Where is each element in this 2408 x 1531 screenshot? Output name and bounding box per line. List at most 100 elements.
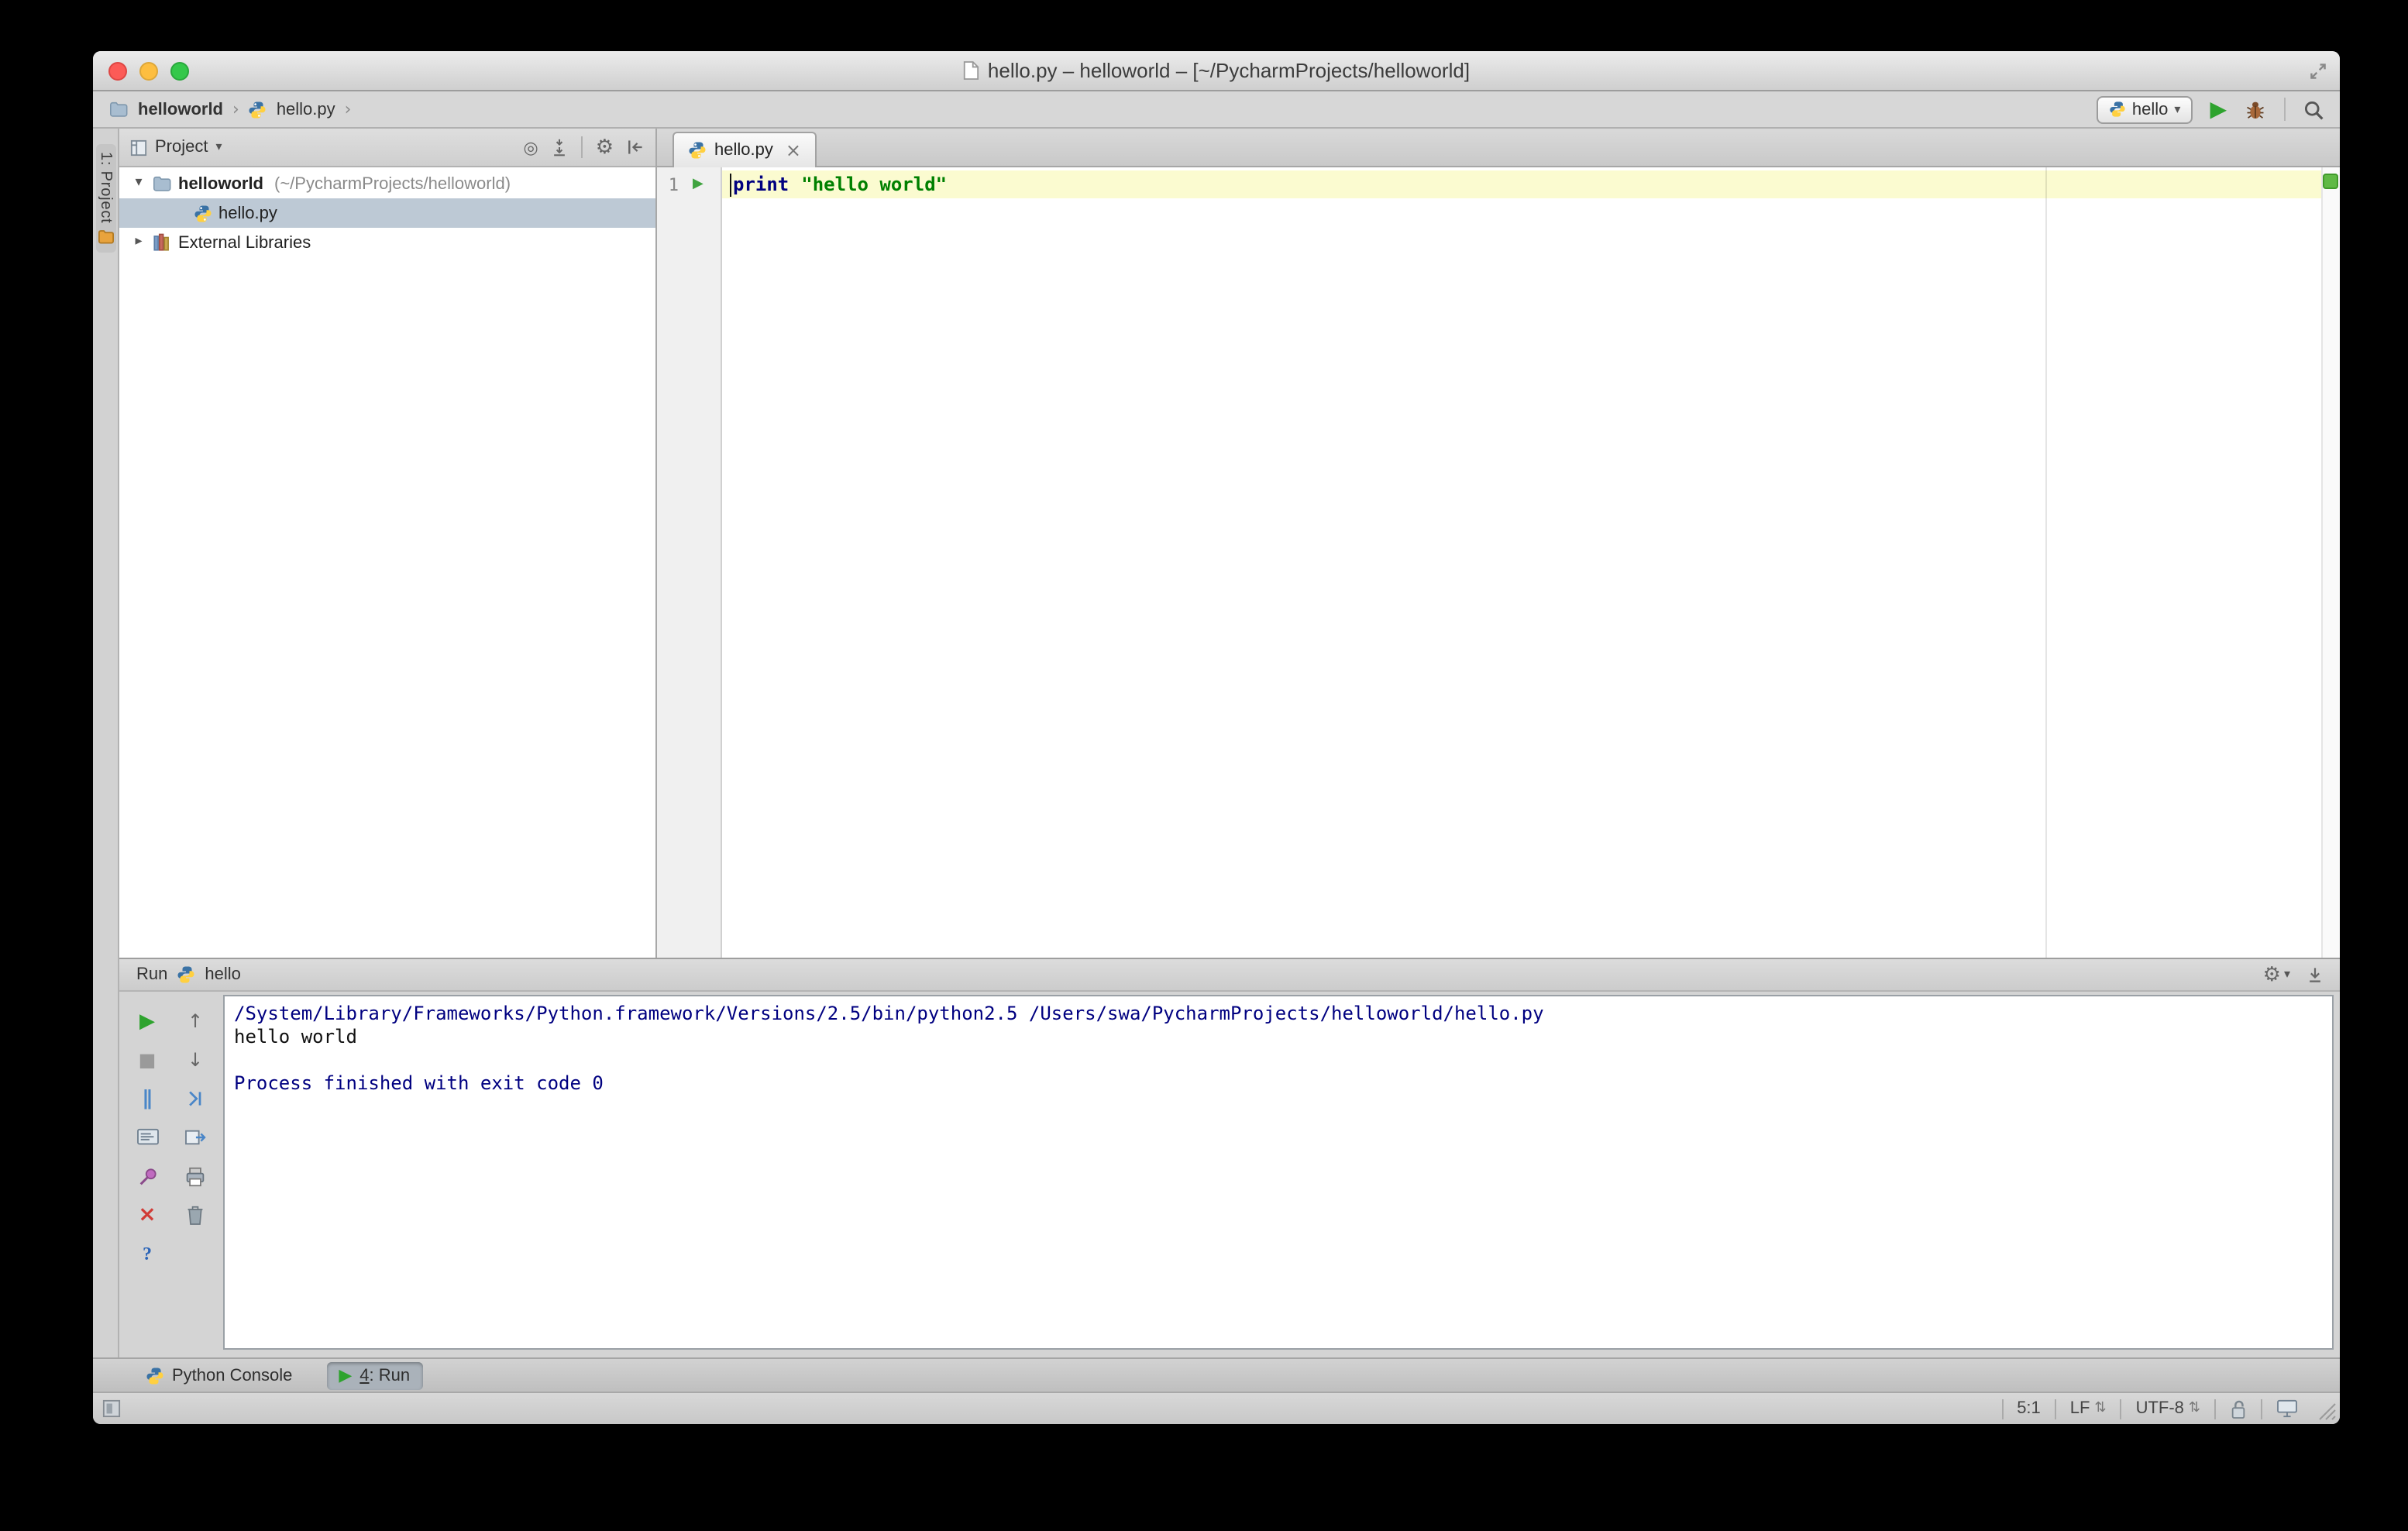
run-tab[interactable]: ▶ 4: Run: [326, 1361, 423, 1389]
window-title-group: hello.py – helloworld – [~/PycharmProjec…: [963, 59, 1470, 82]
encoding-widget[interactable]: UTF-8 ⇅: [2122, 1399, 2214, 1418]
run-panel-header: Run hello ⚙ ▾: [119, 959, 2340, 992]
collapse-all-icon[interactable]: [551, 138, 569, 157]
toolbar-divider: [2284, 98, 2286, 121]
run-button[interactable]: ▶: [2210, 98, 2227, 120]
current-line-highlight: [722, 170, 2321, 198]
python-file-icon: [688, 141, 707, 160]
project-tree: ▾ helloworld (~/PycharmProjects/hellowor…: [119, 167, 655, 257]
project-stripe-button[interactable]: 1: Project: [95, 144, 115, 253]
breadcrumb-item-file[interactable]: hello.py: [277, 100, 335, 119]
console-line: /System/Library/Frameworks/Python.framew…: [234, 1003, 1544, 1024]
code-area[interactable]: print "hello world": [722, 167, 2340, 958]
run-panel-title: Run: [136, 965, 168, 984]
fullscreen-icon[interactable]: [2309, 62, 2327, 81]
python-file-icon: [194, 204, 212, 222]
search-everywhere-icon[interactable]: [2303, 98, 2324, 120]
tree-expanded-icon[interactable]: ▾: [132, 176, 146, 191]
close-console-button[interactable]: ×: [133, 1201, 161, 1229]
line-number: 1: [668, 174, 679, 194]
tree-row-hello-py[interactable]: hello.py: [119, 198, 655, 228]
tree-row-project-root[interactable]: ▾ helloworld (~/PycharmProjects/hellowor…: [119, 169, 655, 198]
project-panel-toolbar: ◎ ⚙: [523, 136, 645, 158]
console-line: hello world: [234, 1026, 357, 1048]
up-stack-trace-icon[interactable]: ↑: [181, 1007, 209, 1035]
run-config-name: hello: [205, 965, 241, 984]
resize-grip[interactable]: [2318, 1402, 2337, 1421]
main-row: Project ▾ ◎ ⚙ ▾ helloworld (~/PycharmPro…: [119, 129, 2340, 958]
document-icon: [963, 60, 980, 81]
tree-row-external-libraries[interactable]: ▸ External Libraries: [119, 228, 655, 257]
inspection-status-indicator[interactable]: [2323, 174, 2338, 189]
screen-reader-monitor-icon[interactable]: [2262, 1399, 2312, 1418]
run-tab-play-icon: ▶: [339, 1365, 353, 1385]
help-button[interactable]: ?: [133, 1240, 161, 1268]
python-icon: [146, 1366, 164, 1385]
navigation-bar: helloworld › hello.py › hello ▾ ▶: [93, 91, 2340, 129]
window-title: hello.py – helloworld – [~/PycharmProjec…: [987, 59, 1471, 82]
text-caret: [730, 173, 731, 196]
clear-all-trash-icon[interactable]: [181, 1201, 209, 1229]
settings-gear-icon[interactable]: ⚙: [596, 137, 614, 157]
status-bar: 5:1 LF ⇅ UTF-8 ⇅: [93, 1392, 2340, 1424]
scroll-to-end-icon[interactable]: [181, 1085, 209, 1113]
close-window-button[interactable]: [108, 61, 127, 80]
content-region: 1: Project Project ▾ ◎ ⚙ ▾ helloworld (~…: [93, 129, 2340, 1357]
panel-view-icon: [130, 139, 147, 156]
run-config-label: hello: [2131, 100, 2169, 119]
console-pin-icon[interactable]: [133, 1162, 161, 1190]
minimize-window-button[interactable]: [139, 61, 158, 80]
tree-collapsed-icon[interactable]: ▸: [132, 235, 146, 249]
pycharm-window: hello.py – helloworld – [~/PycharmProjec…: [93, 51, 2340, 1424]
stop-button[interactable]: ■: [133, 1046, 161, 1074]
chevron-icon: ›: [232, 99, 239, 119]
python-console-tab-label: Python Console: [172, 1366, 293, 1385]
run-line-marker-icon[interactable]: ▶: [693, 177, 703, 191]
caret-position-widget[interactable]: 5:1: [2003, 1399, 2055, 1418]
desktop: hello.py – helloworld – [~/PycharmProjec…: [0, 0, 2408, 1531]
editor[interactable]: 1 ▶ print "hello world": [657, 167, 2340, 958]
console-toolbar: ▶ ■ ∥ × ? ↑ ↓: [119, 992, 223, 1357]
console-toolbar-column-2: ↑ ↓: [180, 1007, 211, 1357]
project-toolwindow-icon: [97, 230, 114, 246]
pause-output-button[interactable]: ∥: [133, 1085, 161, 1113]
hide-panel-icon[interactable]: [2306, 965, 2324, 984]
project-stripe-label: 1: Project: [97, 152, 114, 224]
console-toolbar-column-1: ▶ ■ ∥ × ?: [132, 1007, 163, 1357]
left-tool-stripe: 1: Project: [93, 129, 119, 1357]
scroll-from-source-icon[interactable]: ◎: [523, 139, 538, 156]
run-config-selector[interactable]: hello ▾: [2096, 95, 2193, 123]
breadcrumb-item-project[interactable]: helloworld: [138, 100, 223, 119]
line-separator-widget[interactable]: LF ⇅: [2056, 1399, 2121, 1418]
libraries-icon: [152, 232, 172, 253]
debug-button[interactable]: [2244, 98, 2267, 120]
breadcrumb: helloworld › hello.py ›: [108, 100, 351, 119]
project-view-combo[interactable]: Project: [155, 138, 208, 157]
editor-tab-hello-py[interactable]: hello.py ×: [673, 132, 817, 167]
rerun-button[interactable]: ▶: [133, 1007, 161, 1035]
toolwindow-toggle-icon[interactable]: [102, 1399, 121, 1418]
code-line-1: print "hello world": [730, 170, 947, 198]
down-stack-trace-icon[interactable]: ↓: [181, 1046, 209, 1074]
main-and-run: Project ▾ ◎ ⚙ ▾ helloworld (~/PycharmPro…: [119, 129, 2340, 1357]
print-icon[interactable]: [181, 1162, 209, 1190]
run-settings-gear-icon[interactable]: ⚙ ▾: [2263, 965, 2290, 985]
readonly-lock-icon[interactable]: [2216, 1399, 2261, 1419]
title-bar[interactable]: hello.py – helloworld – [~/PycharmProjec…: [93, 51, 2340, 91]
chevron-down-icon: ▾: [2174, 101, 2181, 115]
editor-gutter: 1 ▶: [657, 167, 722, 958]
console-output[interactable]: /System/Library/Frameworks/Python.framew…: [223, 995, 2334, 1350]
chevron-icon: ›: [344, 99, 352, 119]
right-margin-guide: [2045, 167, 2047, 958]
folder-icon: [152, 175, 172, 192]
move-to-tab-icon[interactable]: [181, 1123, 209, 1151]
run-tool-window: Run hello ⚙ ▾ ▶ ■ ∥ × ? ↑ ↓ /System/Libr…: [119, 958, 2340, 1357]
hide-panel-icon[interactable]: [626, 138, 645, 157]
project-panel-header: Project ▾ ◎ ⚙: [119, 129, 655, 167]
zoom-window-button[interactable]: [170, 61, 189, 80]
editor-tab-bar: hello.py ×: [657, 129, 2340, 167]
python-console-tab[interactable]: Python Console: [133, 1361, 304, 1389]
close-tab-icon[interactable]: ×: [786, 141, 801, 160]
show-console-icon[interactable]: [133, 1123, 161, 1151]
gutter-line-1: 1 ▶: [657, 170, 721, 198]
